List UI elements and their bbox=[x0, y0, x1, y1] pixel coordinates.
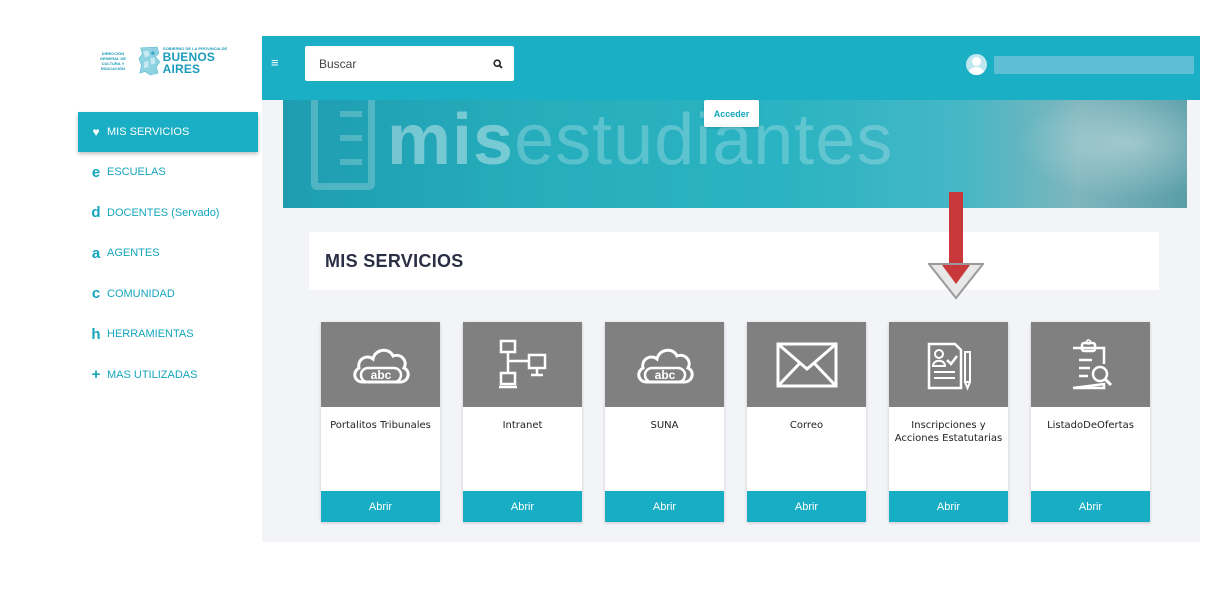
sidebar-nav: ♥ MIS SERVICIOS e ESCUELAS d DOCENTES (S… bbox=[78, 112, 258, 395]
user-menu[interactable] bbox=[966, 54, 1194, 75]
sidebar-item-comunidad[interactable]: c COMUNIDAD bbox=[78, 274, 258, 315]
sidebar-item-mas-utilizadas[interactable]: + MAS UTILIZADAS bbox=[78, 355, 258, 396]
abrir-button[interactable]: Abrir bbox=[463, 491, 582, 522]
letter-a-icon: a bbox=[91, 244, 101, 262]
sidebar-item-docentes[interactable]: d DOCENTES (Servado) bbox=[78, 193, 258, 234]
sidebar-item-agentes[interactable]: a AGENTES bbox=[78, 233, 258, 274]
clipboard-search-icon bbox=[1072, 338, 1112, 389]
service-card-inscripciones: Inscripciones y Acciones Estatutarias Ab… bbox=[889, 322, 1008, 522]
topbar: ≡ bbox=[262, 36, 1200, 100]
sidebar-item-mis-servicios[interactable]: ♥ MIS SERVICIOS bbox=[78, 112, 258, 152]
sidebar-item-label: MIS SERVICIOS bbox=[107, 126, 190, 138]
letter-d-icon: d bbox=[91, 204, 101, 222]
cloud-abc-icon: abc bbox=[352, 348, 410, 383]
section-title: MIS SERVICIOS bbox=[325, 250, 464, 271]
cloud-abc-icon: abc bbox=[636, 348, 694, 383]
card-image bbox=[463, 322, 582, 407]
logo-right-big: BUENOS AIRES bbox=[162, 50, 216, 76]
sidebar-item-escuelas[interactable]: e ESCUELAS bbox=[78, 152, 258, 193]
clipboard-icon bbox=[311, 100, 375, 190]
plus-icon: + bbox=[91, 366, 101, 384]
sidebar-item-label: MAS UTILIZADAS bbox=[107, 368, 198, 381]
main-content: ≡ misestudiantes Acceder MIS SERVICIOS bbox=[262, 36, 1200, 542]
banner-title-bold: mis bbox=[387, 100, 515, 180]
search-icon[interactable] bbox=[485, 47, 511, 80]
card-title: Inscripciones y Acciones Estatutarias bbox=[894, 420, 1003, 444]
logo-left-text: DIRECCIÓN GENERAL DE CULTURA Y EDUCACIÓN bbox=[99, 51, 127, 71]
heart-icon: ♥ bbox=[92, 125, 100, 139]
abrir-button[interactable]: Abrir bbox=[747, 491, 866, 522]
province-map-icon bbox=[138, 46, 161, 76]
service-card-listadodeofertas: ListadoDeOfertas Abrir bbox=[1031, 322, 1150, 522]
card-image bbox=[889, 322, 1008, 407]
card-title: ListadoDeOfertas bbox=[1047, 420, 1134, 431]
card-image: abc bbox=[321, 322, 440, 407]
banner-title: misestudiantes bbox=[387, 104, 893, 176]
service-card-intranet: Intranet Abrir bbox=[463, 322, 582, 522]
card-image bbox=[747, 322, 866, 407]
sidebar-item-label: COMUNIDAD bbox=[107, 287, 175, 300]
letter-e-icon: e bbox=[91, 163, 101, 181]
svg-text:abc: abc bbox=[654, 368, 675, 382]
card-image: abc bbox=[605, 322, 724, 407]
sidebar-item-label: ESCUELAS bbox=[107, 166, 166, 179]
envelope-icon bbox=[776, 342, 837, 387]
letter-c-icon: c bbox=[91, 285, 101, 303]
acceder-button[interactable]: Acceder bbox=[704, 100, 759, 127]
avatar[interactable] bbox=[966, 54, 987, 75]
logo-right: GOBIERNO DE LA PROVINCIA DE BUENOS AIRES bbox=[162, 47, 244, 76]
letter-h-icon: h bbox=[91, 325, 101, 343]
annotation-arrow-icon bbox=[928, 192, 984, 300]
hamburger-menu-icon[interactable]: ≡ bbox=[271, 55, 279, 70]
username-redacted bbox=[994, 55, 1194, 74]
service-card-portalitos: abc Portalitos Tribunales Abrir bbox=[321, 322, 440, 522]
sidebar-item-label: AGENTES bbox=[107, 247, 160, 260]
card-title: SUNA bbox=[650, 420, 679, 431]
card-image bbox=[1031, 322, 1150, 407]
service-card-suna: abc SUNA Abrir bbox=[605, 322, 724, 522]
card-title: Correo bbox=[789, 420, 824, 431]
sidebar-item-herramientas[interactable]: h HERRAMIENTAS bbox=[78, 314, 258, 355]
sidebar-item-label: DOCENTES (Servado) bbox=[107, 206, 220, 219]
network-icon bbox=[498, 339, 546, 388]
abrir-button[interactable]: Abrir bbox=[1031, 491, 1150, 522]
sidebar: DIRECCIÓN GENERAL DE CULTURA Y EDUCACIÓN… bbox=[0, 0, 262, 595]
abrir-button[interactable]: Abrir bbox=[889, 491, 1008, 522]
logo[interactable]: DIRECCIÓN GENERAL DE CULTURA Y EDUCACIÓN… bbox=[92, 42, 244, 80]
card-title: Intranet bbox=[502, 420, 543, 431]
sidebar-item-label: HERRAMIENTAS bbox=[107, 328, 194, 341]
card-title: Portalitos Tribunales bbox=[330, 420, 431, 431]
section-header: MIS SERVICIOS bbox=[309, 232, 1159, 290]
search-input[interactable] bbox=[305, 47, 485, 80]
service-card-correo: Correo Abrir bbox=[747, 322, 866, 522]
document-pen-icon bbox=[927, 342, 971, 391]
abrir-button[interactable]: Abrir bbox=[321, 491, 440, 522]
abrir-button[interactable]: Abrir bbox=[605, 491, 724, 522]
svg-text:abc: abc bbox=[370, 368, 391, 382]
search-box bbox=[305, 46, 514, 81]
